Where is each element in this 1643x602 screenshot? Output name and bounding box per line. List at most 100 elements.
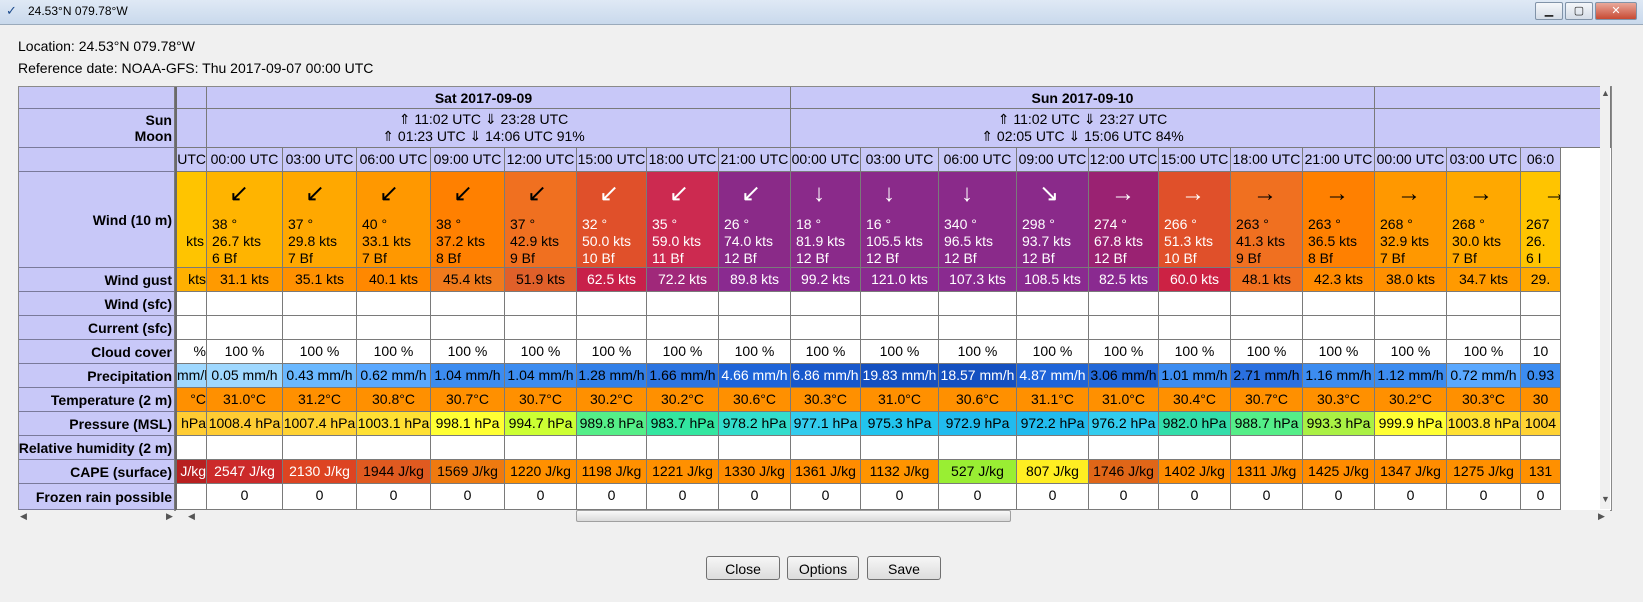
close-icon[interactable]: ✕ (1595, 2, 1637, 20)
cell-pressure: 982.0 hPa (1159, 412, 1231, 436)
wind-direction: 38 ° (436, 216, 462, 232)
frozen-value: 0 (240, 487, 249, 503)
options-button[interactable]: Options (787, 556, 859, 580)
cell-precip: 0.43 mm/h (283, 364, 357, 388)
time-value: 06:00 UTC (943, 151, 1012, 167)
time-value: 15:00 UTC (1160, 151, 1229, 167)
cell-humidity (1521, 436, 1561, 460)
cape-value: 1221 J/kg (652, 463, 713, 479)
cell-current (577, 316, 647, 340)
scroll-down-icon[interactable]: ▼ (1601, 494, 1610, 504)
wind-speed: 50.0 kts (582, 233, 632, 249)
cell-pressure: 1003.1 hPa (357, 412, 431, 436)
cell-cape: 1569 J/kg (431, 460, 505, 484)
wind-values: 26 ° 74.0 kts 12 Bf (724, 216, 773, 267)
scroll-left-icon[interactable]: ◀ (20, 511, 27, 522)
day-label: Sun 2017-09-10 (1031, 90, 1134, 106)
wind-beaufort: 8 Bf (436, 250, 461, 266)
temp-value: 30.8°C (372, 391, 415, 407)
cell-gust: 60.0 kts (1159, 268, 1231, 292)
cape-value: 1746 J/kg (1093, 463, 1154, 479)
cell-time: 03:00 UTC (1447, 148, 1521, 172)
cell-humidity (647, 436, 719, 460)
scroll-right-icon[interactable]: ▶ (166, 511, 173, 522)
time-value: 00:00 UTC (1376, 151, 1445, 167)
wind-barb-icon: ↓ (813, 180, 825, 207)
cell-cape: 1198 J/kg (577, 460, 647, 484)
cell-current (1017, 316, 1089, 340)
cell-cape: 1425 J/kg (1303, 460, 1375, 484)
wind-barb-icon: ↙ (305, 180, 326, 207)
frozen-value: 0 (1119, 487, 1128, 503)
wind-values: 16 ° 105.5 kts 12 Bf (866, 216, 923, 267)
reference-text: Reference date: NOAA-GFS: Thu 2017-09-07… (18, 60, 374, 76)
location-text: Location: 24.53°N 079.78°W (18, 38, 195, 54)
cell-precip: 3.06 mm/h (1089, 364, 1159, 388)
cell-cloud: 100 % (1017, 340, 1089, 364)
precip-value: 4.87 mm/h (1019, 367, 1086, 383)
horizontal-scrollbar[interactable]: ◀ ▶ ◀ ▶ (0, 509, 1612, 523)
partial-cell-cloud: % (177, 340, 207, 364)
minimize-icon[interactable]: ▁ (1535, 2, 1563, 20)
window-titlebar: ✓ 24.53°N 079.78°W ▁ ▢ ✕ (0, 0, 1643, 25)
cell-humidity (283, 436, 357, 460)
cell-cape: 131 (1521, 460, 1561, 484)
frozen-value: 0 (1334, 487, 1343, 503)
cell-current (283, 316, 357, 340)
cell-cape: 1275 J/kg (1447, 460, 1521, 484)
scroll-right-icon-2[interactable]: ▶ (1598, 511, 1605, 522)
cape-value: 1944 J/kg (363, 463, 424, 479)
close-button[interactable]: Close (706, 556, 780, 580)
cell-current (1159, 316, 1231, 340)
label-pressure: Pressure (MSL) (19, 412, 175, 436)
cell-gust: 48.1 kts (1231, 268, 1303, 292)
partial-cell-pressure: hPa (177, 412, 207, 436)
cell-gust: 45.4 kts (431, 268, 505, 292)
partial-cell-cape: J/kg (177, 460, 207, 484)
scroll-left-icon-2[interactable]: ◀ (188, 511, 195, 522)
scroll-thumb[interactable] (576, 510, 1011, 522)
partial-cell-humidity (177, 436, 207, 460)
cell-current (1447, 316, 1521, 340)
frozen-value: 0 (607, 487, 616, 503)
save-button[interactable]: Save (867, 556, 941, 580)
time-value: 06:0 (1526, 151, 1555, 167)
cell-cloud: 100 % (1303, 340, 1375, 364)
cell-current (207, 316, 283, 340)
label-scroll-track[interactable] (18, 510, 174, 522)
wind-barb-icon: ↙ (527, 180, 548, 207)
pressure-value: 993.3 hPa (1306, 415, 1371, 431)
cell-cloud: 100 % (1231, 340, 1303, 364)
vertical-scrollbar[interactable]: ▲ ▼ (1600, 86, 1610, 509)
cell-cloud: 100 % (939, 340, 1017, 364)
wind-values: 263 ° 41.3 kts 9 Bf (1236, 216, 1285, 267)
temp-value: 30.3°C (804, 391, 847, 407)
precip-value: 18.57 mm/h (940, 367, 1015, 383)
cell-cloud: 100 % (505, 340, 577, 364)
pressure-value: 1004 (1524, 415, 1557, 431)
cell-temp: 30.3°C (791, 388, 861, 412)
maximize-icon[interactable]: ▢ (1565, 2, 1593, 20)
wind-values: 40 ° 33.1 kts 7 Bf (362, 216, 411, 267)
wind-direction: 16 ° (866, 216, 892, 232)
partial-value: hPa (181, 415, 206, 431)
cell-humidity (1017, 436, 1089, 460)
wind-beaufort: 11 Bf (652, 250, 684, 266)
cell-time: 15:00 UTC (1159, 148, 1231, 172)
cell-cloud: 100 % (207, 340, 283, 364)
cell-wind_sfc (719, 292, 791, 316)
wind-beaufort: 8 Bf (1308, 250, 1333, 266)
cloud-value: 100 % (1103, 343, 1144, 359)
partial-cell-wind_sfc (177, 292, 207, 316)
wind-barb-icon: ↙ (379, 180, 400, 207)
pressure-value: 972.9 hPa (945, 415, 1010, 431)
sun-times: ⇑ 11:02 UTC ⇓ 23:28 UTC (398, 111, 569, 127)
gust-value: 48.1 kts (1241, 271, 1292, 287)
cell-time: 06:00 UTC (357, 148, 431, 172)
cell-time: 12:00 UTC (505, 148, 577, 172)
temp-value: 30.7°C (519, 391, 562, 407)
cell-precip: 0.93 (1521, 364, 1561, 388)
scroll-up-icon[interactable]: ▲ (1601, 88, 1610, 98)
cell-precip: 2.71 mm/h (1231, 364, 1303, 388)
cell-current (719, 316, 791, 340)
